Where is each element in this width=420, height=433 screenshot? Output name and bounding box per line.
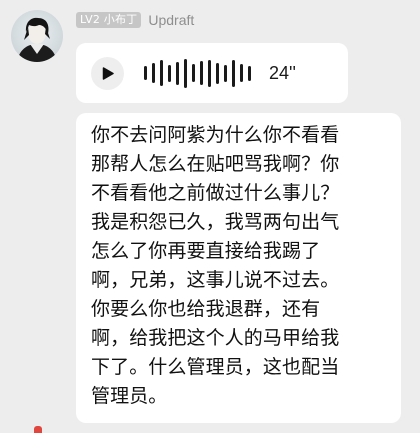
text-message-bubble[interactable]: 你不去问阿紫为什么你不看看 那帮人怎么在贴吧骂我啊？你 不看看他之前做过什么事儿… (76, 113, 401, 423)
waveform-bar (168, 64, 171, 82)
sender-name[interactable]: Updraft (148, 11, 194, 29)
waveform-bar (176, 61, 179, 85)
level-badge: LV2 小布丁 (76, 12, 142, 28)
waveform-bar (144, 66, 147, 80)
waveform-bar (200, 61, 203, 85)
waveform-bar (192, 64, 195, 82)
avatar-illustration (17, 17, 57, 62)
waveform-bar (160, 60, 163, 86)
waveform-bar (240, 64, 243, 82)
play-button[interactable] (91, 56, 124, 90)
message-text: 你不去问阿紫为什么你不看看 那帮人怎么在贴吧骂我啊？你 不看看他之前做过什么事儿… (91, 124, 340, 407)
waveform-bar (248, 65, 251, 81)
partial-avatar-edge (34, 426, 42, 433)
voice-message-bubble[interactable]: 24'' (76, 43, 348, 103)
waveform-bar (152, 63, 155, 83)
avatar[interactable] (11, 10, 63, 62)
play-icon (102, 66, 114, 80)
sender-info: LV2 小布丁 Updraft (76, 11, 194, 29)
voice-waveform (144, 58, 251, 88)
waveform-bar (224, 64, 227, 82)
voice-duration: 24'' (269, 62, 296, 83)
waveform-bar (232, 59, 235, 87)
waveform-bar (208, 59, 211, 87)
waveform-bar (184, 58, 187, 88)
waveform-bar (216, 62, 219, 84)
